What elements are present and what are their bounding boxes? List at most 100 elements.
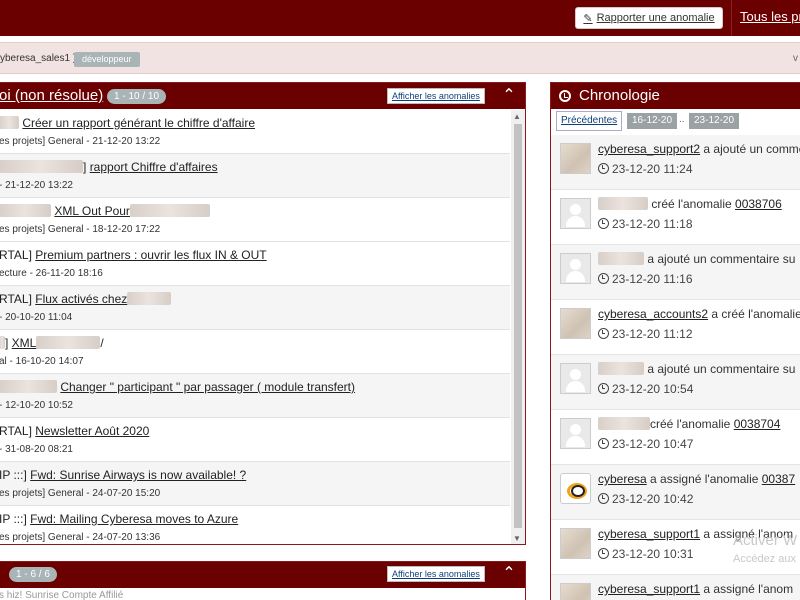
date-from-badge: 16-12-20 — [627, 113, 678, 129]
issue-link[interactable]: s hiz! Sunrise Compte Affilié — [0, 590, 123, 600]
issue-link[interactable]: Fwd: Mailing Cyberesa moves to Azure — [30, 512, 238, 526]
activation-watermark: Activer W — [733, 532, 798, 549]
timeline-item: a ajouté un commentaire su 23-12-20 11:1… — [551, 245, 800, 300]
issue-meta: ecture - 26-11-20 18:16 — [0, 268, 103, 279]
clock-icon — [598, 493, 609, 504]
redacted-text — [127, 292, 172, 305]
event-time: 23-12-20 10:47 — [612, 437, 694, 451]
user-name-link[interactable]: yberesa_sales1 ) — [0, 53, 76, 64]
chronology-header: Chronologie — [551, 83, 800, 109]
redacted-text — [0, 380, 57, 393]
event-action: a créé l'anomalie — [711, 307, 800, 321]
assigned-issues-list: Créer un rapport générant le chiffre d'a… — [0, 110, 510, 544]
event-time: 23-12-20 10:31 — [612, 547, 694, 561]
event-action: a ajouté un comme — [703, 142, 800, 156]
event-action: a ajouté un commentaire su — [647, 252, 796, 266]
timeline-item: a ajouté un commentaire su 23-12-20 10:5… — [551, 355, 800, 410]
redacted-text — [36, 336, 101, 349]
timeline-item: cyberesa_support2 a ajouté un comme 23-1… — [551, 135, 800, 190]
issue-link[interactable]: Fwd: Sunrise Airways is now available! ? — [30, 468, 246, 482]
list-item[interactable]: RTAL] Premium partners : ouvrir les flux… — [0, 242, 510, 286]
chevron-up-icon[interactable]: ⌃ — [496, 563, 522, 585]
redacted-text — [0, 204, 51, 217]
issue-meta: - 21-12-20 13:22 — [0, 180, 73, 191]
previous-button[interactable]: Précédentes — [556, 111, 623, 131]
issue-link[interactable]: XML Out Pour — [54, 204, 130, 218]
chevron-up-icon[interactable]: ⌃ — [496, 85, 522, 107]
timeline-item: créé l'anomalie 0038704 23-12-20 10:47 — [551, 410, 800, 465]
list-item[interactable]: Créer un rapport générant le chiffre d'a… — [0, 110, 510, 154]
list-scrollbar[interactable]: ▲ ▼ — [511, 110, 525, 544]
issue-link[interactable]: XML — [12, 336, 37, 350]
list-item[interactable]: IP :::] Fwd: Sunrise Airways is now avai… — [0, 462, 510, 506]
issue-link[interactable]: Créer un rapport générant le chiffre d'a… — [22, 116, 255, 130]
event-time: 23-12-20 11:16 — [612, 272, 693, 286]
event-time: 23-12-20 11:18 — [612, 217, 693, 231]
issue-link[interactable]: Newsletter Août 2020 — [35, 424, 149, 438]
list-item[interactable]: Changer " participant " par passager ( m… — [0, 374, 510, 418]
issue-prefix: IP :::] — [0, 468, 27, 482]
chronology-title: Chronologie — [579, 87, 660, 104]
event-action: a ajouté un commentaire su — [647, 362, 796, 376]
clock-icon — [598, 383, 609, 394]
topbar-divider — [731, 0, 732, 36]
list-item[interactable]: XML Out Pour es projets] General - 18-12… — [0, 198, 510, 242]
event-time: 23-12-20 11:24 — [612, 162, 693, 176]
issue-ref-link[interactable]: 00387 — [762, 472, 795, 486]
show-issues-button[interactable]: Afficher les anomalies — [387, 88, 485, 104]
user-link[interactable]: cyberesa_support1 — [598, 527, 700, 541]
issue-meta: es projets] General - 24-07-20 13:36 — [0, 532, 161, 543]
all-projects-link[interactable]: Tous les pr — [740, 9, 800, 24]
issue-link[interactable]: Flux activés chez — [35, 292, 127, 306]
avatar — [560, 363, 591, 394]
issue-prefix: ] — [83, 160, 87, 174]
event-action: créé l'anomalie — [651, 197, 732, 211]
show-issues-button[interactable]: Afficher les anomalies — [387, 566, 485, 582]
assigned-issues-panel: oi (non résolue) 1 - 10 / 10 Afficher le… — [0, 82, 526, 545]
issue-meta: - 31-08-20 08:21 — [0, 444, 73, 455]
user-link[interactable]: cyberesa_support2 — [598, 142, 700, 156]
issue-prefix: RTAL] — [0, 292, 32, 306]
list-item[interactable]: RTAL] Flux activés chez - 20-10-20 11:04 — [0, 286, 510, 330]
assigned-panel-header: oi (non résolue) 1 - 10 / 10 Afficher le… — [0, 83, 525, 109]
timeline-item: cyberesa_accounts2 a créé l'anomalie 23-… — [551, 300, 800, 355]
event-action: a assigné l'anomalie — [650, 472, 759, 486]
redacted-text — [0, 160, 83, 173]
second-count-badge: 1 - 6 / 6 — [9, 567, 57, 582]
avatar — [560, 473, 591, 504]
avatar — [560, 308, 591, 339]
issue-link[interactable]: rapport Chiffre d'affaires — [90, 160, 218, 174]
user-link[interactable]: cyberesa — [598, 472, 647, 486]
chronology-panel: Chronologie Précédentes 16-12-20 .. 23-1… — [550, 82, 800, 600]
scrollbar-thumb[interactable] — [514, 124, 522, 528]
user-link[interactable]: cyberesa_support1 — [598, 582, 700, 596]
list-item[interactable]: ] rapport Chiffre d'affaires - 21-12-20 … — [0, 154, 510, 198]
date-range-separator: .. — [679, 114, 685, 125]
clock-icon — [598, 273, 609, 284]
top-bar: ✎ Rapporter une anomalie Tous les pr — [0, 0, 800, 36]
event-time: 23-12-20 11:12 — [612, 327, 693, 341]
list-item[interactable]: IP :::] Fwd: Mailing Cyberesa moves to A… — [0, 506, 510, 544]
clock-icon — [598, 438, 609, 449]
report-issue-label: Rapporter une anomalie — [596, 12, 715, 24]
assigned-count-badge: 1 - 10 / 10 — [107, 89, 167, 104]
issue-ref-link[interactable]: 0038706 — [735, 197, 782, 211]
event-action: créé l'anomalie — [650, 417, 731, 431]
issue-link[interactable]: Changer " participant " par passager ( m… — [60, 380, 355, 394]
list-item[interactable]: ] XML / al - 16-10-20 14:07 — [0, 330, 510, 374]
scroll-up-icon[interactable]: ▲ — [513, 112, 521, 121]
redacted-text — [598, 197, 648, 210]
assigned-panel-title[interactable]: oi (non résolue) — [0, 87, 103, 104]
list-item[interactable]: RTAL] Newsletter Août 2020 - 31-08-20 08… — [0, 418, 510, 462]
issue-meta: es projets] General - 21-12-20 13:22 — [0, 136, 161, 147]
scroll-down-icon[interactable]: ▼ — [513, 534, 521, 543]
clock-icon — [598, 328, 609, 339]
timeline-list: cyberesa_support2 a ajouté un comme 23-1… — [551, 135, 800, 600]
clock-icon — [559, 90, 571, 102]
user-link[interactable]: cyberesa_accounts2 — [598, 307, 708, 321]
report-issue-button[interactable]: ✎ Rapporter une anomalie — [575, 7, 723, 29]
issue-ref-link[interactable]: 0038704 — [734, 417, 781, 431]
issue-meta: - 12-10-20 10:52 — [0, 400, 73, 411]
avatar — [560, 253, 591, 284]
issue-link[interactable]: Premium partners : ouvrir les flux IN & … — [35, 248, 266, 262]
